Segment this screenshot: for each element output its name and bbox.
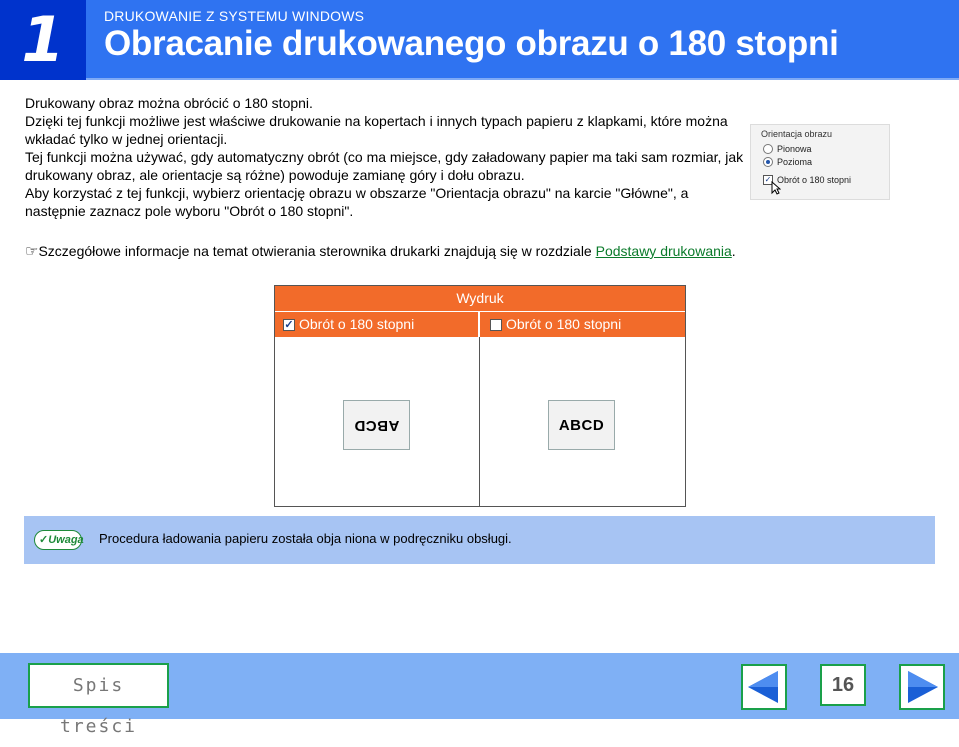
note-text: Procedura ładowania papieru została obja… <box>99 531 512 546</box>
chapter-number: 1 <box>0 0 86 80</box>
sample-page-rotated: ABCD <box>343 400 410 450</box>
body-text: Drukowany obraz można obrócić o 180 stop… <box>25 94 745 220</box>
page-number: 16 <box>820 664 866 706</box>
header-divider <box>86 78 959 80</box>
paragraph-envelopes: Dzięki tej funkcji możliwe jest właściwe… <box>25 113 728 147</box>
checkbox-empty-icon <box>490 318 502 331</box>
arrow-right-icon <box>908 671 938 703</box>
portrait-option: Pionowa <box>763 144 812 154</box>
sample-text-normal: ABCD <box>558 416 605 434</box>
paragraph-intro: Drukowany obraz można obrócić o 180 stop… <box>25 95 313 111</box>
reference-link[interactable]: Podstawy drukowania <box>596 243 732 259</box>
orientation-group-label: Orientacja obrazu <box>761 129 833 139</box>
arrow-left-icon <box>748 671 778 703</box>
column-normal: Obrót o 180 stopni <box>480 312 685 337</box>
footer-bar: Spis treści 16 <box>0 653 959 737</box>
rotate-label: Obrót o 180 stopni <box>777 175 852 185</box>
column-divider <box>479 337 480 506</box>
pointing-hand-icon: ☞ <box>25 243 39 260</box>
portrait-label: Pionowa <box>777 144 812 154</box>
paragraph-instructions: Aby korzystać z tej funkcji, wybierz ori… <box>25 185 689 219</box>
sample-text-rotated: ABCD <box>353 416 400 434</box>
checkbox-checked-icon: ✓ <box>283 318 295 331</box>
table-of-contents-button[interactable]: Spis treści <box>28 663 169 737</box>
reference-text: Szczegółowe informacje na temat otwieran… <box>38 243 596 259</box>
landscape-option: Pozioma <box>763 157 812 167</box>
mouse-cursor-icon <box>771 180 782 197</box>
note-badge-label: Uwaga <box>48 534 84 546</box>
column-rotated: ✓ Obrót o 180 stopni <box>275 312 479 337</box>
section-title: DRUKOWANIE Z SYSTEMU WINDOWS <box>104 8 365 24</box>
next-page-button[interactable] <box>899 664 945 710</box>
sample-page-normal: ABCD <box>548 400 615 450</box>
reference-line: ☞Szczegółowe informacje na temat otwiera… <box>25 242 925 261</box>
paragraph-auto-rotate: Tej funkcji można używać, gdy automatycz… <box>25 149 744 183</box>
orientation-settings-screenshot: Orientacja obrazu Pionowa Pozioma ✓ Obró… <box>750 124 890 200</box>
radio-icon <box>763 144 773 154</box>
previous-page-button[interactable] <box>741 664 787 710</box>
column-normal-label: Obrót o 180 stopni <box>506 316 622 332</box>
column-rotated-label: Obrót o 180 stopni <box>299 316 415 332</box>
reference-suffix: . <box>731 243 736 259</box>
check-icon: ✓ <box>39 534 49 546</box>
diagram-header: Wydruk <box>275 286 685 312</box>
landscape-label: Pozioma <box>777 157 813 167</box>
note-box: ✓Uwaga Procedura ładowania papieru zosta… <box>24 516 935 564</box>
note-badge: ✓Uwaga <box>34 530 84 550</box>
page-title: Obracanie drukowanego obrazu o 180 stopn… <box>104 24 839 63</box>
output-diagram: Wydruk ✓ Obrót o 180 stopni Obrót o 180 … <box>274 285 686 507</box>
radio-selected-icon <box>763 157 773 167</box>
